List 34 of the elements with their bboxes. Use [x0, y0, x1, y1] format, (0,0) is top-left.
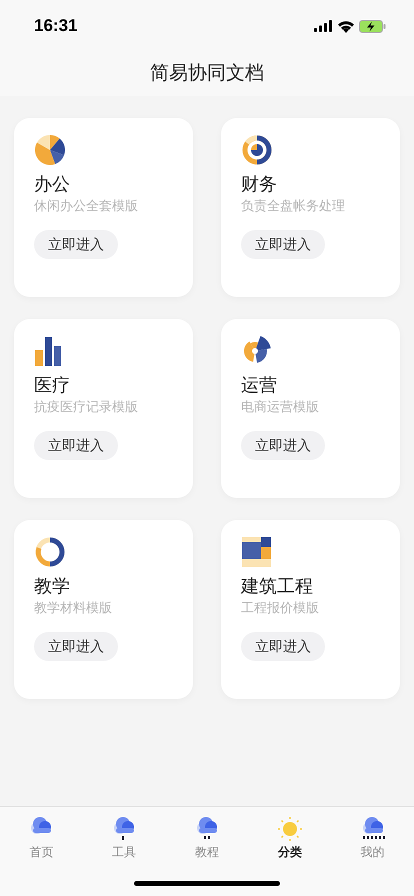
card-subtitle: 负责全盘帐务处理: [241, 197, 346, 215]
ring-chart-icon: [241, 134, 273, 166]
card-subtitle: 抗疫医疗记录模版: [34, 398, 139, 416]
enter-button[interactable]: 立即进入: [34, 632, 118, 661]
signal-icon: [314, 20, 333, 32]
donut-chart-icon: [34, 536, 66, 568]
battery-charging-icon: [359, 20, 386, 32]
card-subtitle: 工程报价模版: [241, 599, 320, 617]
pie-chart-icon: [34, 134, 66, 166]
card-title: 建筑工程: [241, 575, 314, 598]
category-card[interactable]: 办公 休闲办公全套模版 立即进入: [14, 118, 193, 297]
wifi-icon: [337, 20, 355, 32]
enter-button[interactable]: 立即进入: [241, 431, 325, 460]
enter-button[interactable]: 立即进入: [34, 431, 118, 460]
category-card[interactable]: 运营 电商运营模版 立即进入: [221, 319, 400, 498]
enter-button[interactable]: 立即进入: [241, 632, 325, 661]
card-title: 医疗: [34, 374, 71, 397]
card-subtitle: 教学材料模版: [34, 599, 113, 617]
card-subtitle: 电商运营模版: [241, 398, 320, 416]
category-card[interactable]: 财务 负责全盘帐务处理 立即进入: [221, 118, 400, 297]
tab-item[interactable]: 分类: [248, 807, 331, 862]
enter-button[interactable]: 立即进入: [34, 230, 118, 259]
enter-button[interactable]: 立即进入: [241, 230, 325, 259]
category-card[interactable]: 建筑工程 工程报价模版 立即进入: [221, 520, 400, 699]
card-title: 教学: [34, 575, 71, 598]
category-card[interactable]: 教学 教学材料模版 立即进入: [14, 520, 193, 699]
card-title: 运营: [241, 374, 278, 397]
card-subtitle: 休闲办公全套模版: [34, 197, 139, 215]
page-title: 简易协同文档: [149, 62, 265, 86]
status-time: 16:31: [34, 15, 78, 38]
card-title: 财务: [241, 173, 278, 196]
card-title: 办公: [34, 173, 71, 196]
block-chart-icon: [241, 536, 273, 568]
category-card[interactable]: 医疗 抗疫医疗记录模版 立即进入: [14, 319, 193, 498]
